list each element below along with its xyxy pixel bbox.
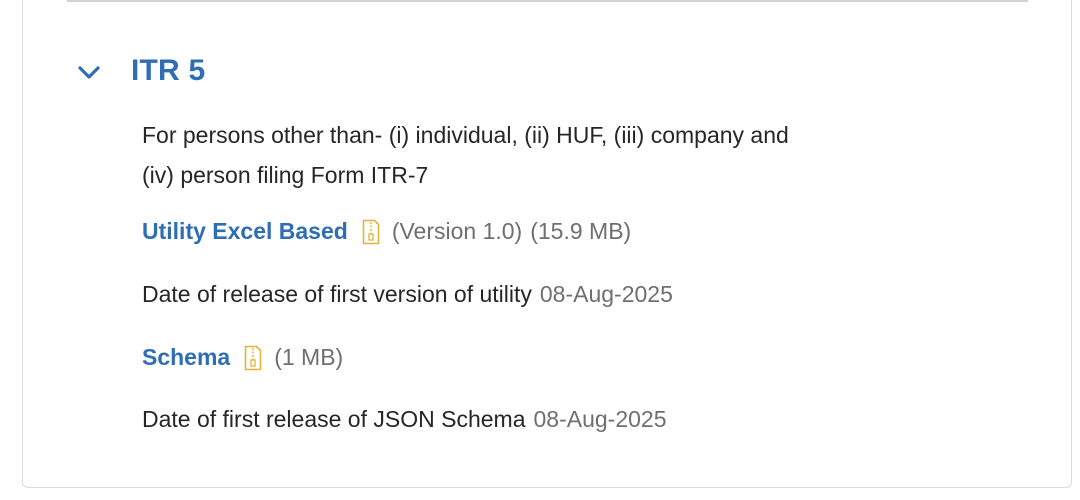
description-line-2: (iv) person filing Form ITR-7 xyxy=(142,162,429,188)
schema-release-row: Date of first release of JSON Schema 08-… xyxy=(142,406,667,433)
schema-download-row: Schema (1 MB) xyxy=(142,344,343,371)
schema-size: (1 MB) xyxy=(274,344,344,370)
utility-date-value: 08-Aug-2025 xyxy=(539,281,673,307)
description-line-1: For persons other than- (i) individual, … xyxy=(142,122,789,148)
section-title[interactable]: ITR 5 xyxy=(131,54,205,88)
utility-release-row: Date of release of first version of util… xyxy=(142,281,673,308)
utility-version: (Version 1.0) xyxy=(391,218,523,244)
zip-file-icon[interactable] xyxy=(362,219,380,245)
zip-file-icon[interactable] xyxy=(244,345,262,371)
utility-size: (15.9 MB) xyxy=(530,218,632,244)
section-divider xyxy=(67,0,1028,2)
utility-excel-link[interactable]: Utility Excel Based xyxy=(142,218,348,245)
schema-link[interactable]: Schema xyxy=(142,344,230,371)
schema-date-label: Date of first release of JSON Schema xyxy=(142,406,526,432)
utility-date-label: Date of release of first version of util… xyxy=(142,281,532,307)
section-description: For persons other than- (i) individual, … xyxy=(142,115,902,195)
schema-date-value: 08-Aug-2025 xyxy=(533,406,667,432)
chevron-down-icon[interactable] xyxy=(76,62,102,84)
utility-download-row: Utility Excel Based (Version 1.0) (15.9 … xyxy=(142,218,631,245)
